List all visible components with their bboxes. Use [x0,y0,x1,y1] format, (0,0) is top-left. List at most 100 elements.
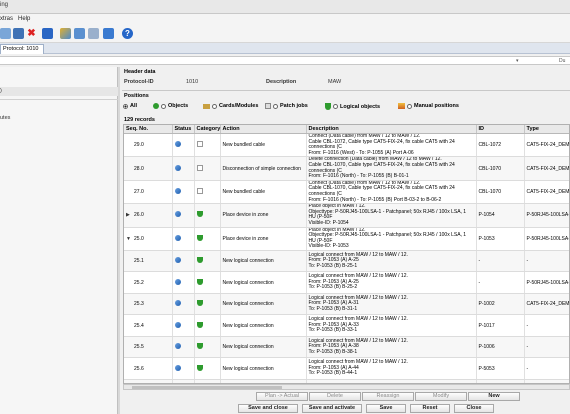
status-icon [174,278,181,285]
table-row[interactable]: 27.0 New bundled cable Connect (Data cabl… [124,180,569,205]
reassign-button[interactable]: Reassign [362,392,414,401]
open-icon[interactable] [0,28,11,39]
column-header-description[interactable]: Description [306,125,477,134]
cell-status [172,133,195,158]
cell-category [194,203,221,228]
cell-id: P-1054 [476,203,525,228]
filter-objects[interactable]: Objects [153,103,188,109]
left-panel: ) utes [0,67,118,414]
table-header-row: Seq. No. Status Category Action Descript… [124,125,569,134]
menu-bar: xtras Help [0,14,570,24]
radio-patch-jobs[interactable] [273,103,278,109]
seq-number: 28.0 [134,165,144,172]
cell-description: Logical connect from MAW / 12 to MAW / 1… [306,250,477,273]
cell-action: New logical connection [220,314,307,337]
status-icon [174,364,181,371]
delete-icon[interactable]: ✖ [26,28,37,39]
positions-title: Positions [124,93,149,99]
info-icon[interactable] [42,28,53,39]
delete-button[interactable]: Delete [309,392,361,401]
column-header-id[interactable]: ID [476,125,525,134]
table-row[interactable]: 25.1 New logical connection Logical conne… [124,250,569,273]
reset-button[interactable]: Reset [410,404,450,413]
column-header-action[interactable]: Action [220,125,307,134]
table-row[interactable]: 28.0 Disconnection of simple connection D… [124,156,569,181]
cell-id: P-1053 [476,227,525,251]
filter-cards-modules[interactable]: Cards/Modules [203,103,258,109]
radio-logical-objects[interactable] [333,104,338,109]
status-icon [174,141,181,148]
patch-job-icon [265,103,271,109]
table-row[interactable]: 25.4 New logical connection Logical conne… [124,314,569,337]
filter-patch-jobs[interactable]: Patch jobs [265,103,308,109]
logical-object-icon [196,364,203,371]
modify-button[interactable]: Modify [415,392,467,401]
tools-icon[interactable] [60,28,71,39]
refresh-icon[interactable] [103,28,114,39]
left-panel-item[interactable]: utes [0,115,10,121]
cell-type: CAT5-FIX-24_DEMO [524,180,569,205]
column-header-category[interactable]: Category [194,125,221,134]
cell-description: Logical connect from MAW / 12 to MAW / 1… [306,314,477,337]
menu-item-help[interactable]: Help [18,16,30,22]
users-icon[interactable] [88,28,99,39]
table-row[interactable]: 25.6 New logical connection Logical conne… [124,357,569,380]
new-button[interactable]: New [468,392,520,401]
logical-object-icon [196,321,203,328]
chevron-down-icon[interactable]: ▾ [516,58,524,64]
radio-manual-positions[interactable] [407,103,412,109]
save-and-activate-button[interactable]: Save and activate [302,404,362,413]
seq-number: 25.2 [134,279,144,286]
network-icon[interactable] [74,28,85,39]
cell-category [194,271,221,294]
table-row[interactable]: 25.5 New logical connection Logical conne… [124,336,569,359]
cell-category [194,250,221,273]
scrollbar-thumb[interactable] [132,386,282,389]
column-header-seq[interactable]: Seq. No. [124,125,173,134]
description-line: To: P-1053 (B) B-31-1 [308,305,358,312]
filter-manual-positions[interactable]: Manual positions [398,103,459,109]
cell-status [172,203,195,228]
column-header-type[interactable]: Type [524,125,569,134]
positions-table[interactable]: Seq. No. Status Category Action Descript… [123,124,570,384]
save-button[interactable]: Save [366,404,406,413]
cell-type: - [524,250,569,273]
cell-action: New logical connection [220,271,307,294]
menu-item-extras[interactable]: xtras [0,16,13,22]
table-row[interactable]: 25.3 New logical connection Logical conne… [124,293,569,316]
header-data-title: Header data [124,69,156,75]
logical-object-icon [196,300,203,307]
horizontal-scrollbar[interactable] [123,384,570,390]
expand-toggle-icon[interactable]: ▶ [126,212,132,218]
save-icon[interactable] [13,28,24,39]
plan-to-actual-button[interactable]: Plan -> Actual [256,392,308,401]
cell-id: P-1002 [476,293,525,316]
expand-toggle-icon[interactable]: ▼ [126,236,132,242]
table-row[interactable]: ▶ 26.0 Place device in zone Place object … [124,203,569,228]
column-header-status[interactable]: Status [172,125,195,134]
seq-number: 29.0 [134,142,144,149]
cell-category [194,133,221,158]
cell-description: Connect (Data cable) from MAW / 12 to MA… [306,133,477,158]
cell-id: P-1017 [476,314,525,337]
table-row[interactable]: 29.0 New bundled cable Connect (Data cabl… [124,133,569,158]
filter-bar[interactable]: ▾ Du [0,56,570,65]
left-panel-item[interactable]: ) [0,88,2,94]
filter-all[interactable]: All [123,103,137,109]
cell-status [172,156,195,181]
table-row[interactable]: ▼ 25.0 Place device in zone Place object … [124,227,569,251]
document-icon [196,164,203,171]
left-panel-selected-row[interactable] [0,87,118,96]
radio-all[interactable] [123,103,128,109]
save-and-close-button[interactable]: Save and close [238,404,298,413]
radio-cards-modules[interactable] [212,103,217,109]
close-button[interactable]: Close [454,404,494,413]
cell-description: Logical connect from MAW / 12 to MAW / 1… [306,293,477,316]
radio-objects[interactable] [161,103,166,109]
help-icon[interactable]: ? [122,28,133,39]
filter-logical-objects[interactable]: Logical objects [325,103,380,110]
logical-object-icon [196,211,203,218]
table-row[interactable]: 25.2 New logical connection Logical conne… [124,271,569,294]
tab-protocol[interactable]: Protocol: 1010 [0,44,44,54]
cell-type: P-50RJ45-100LSA-1 [524,271,569,294]
